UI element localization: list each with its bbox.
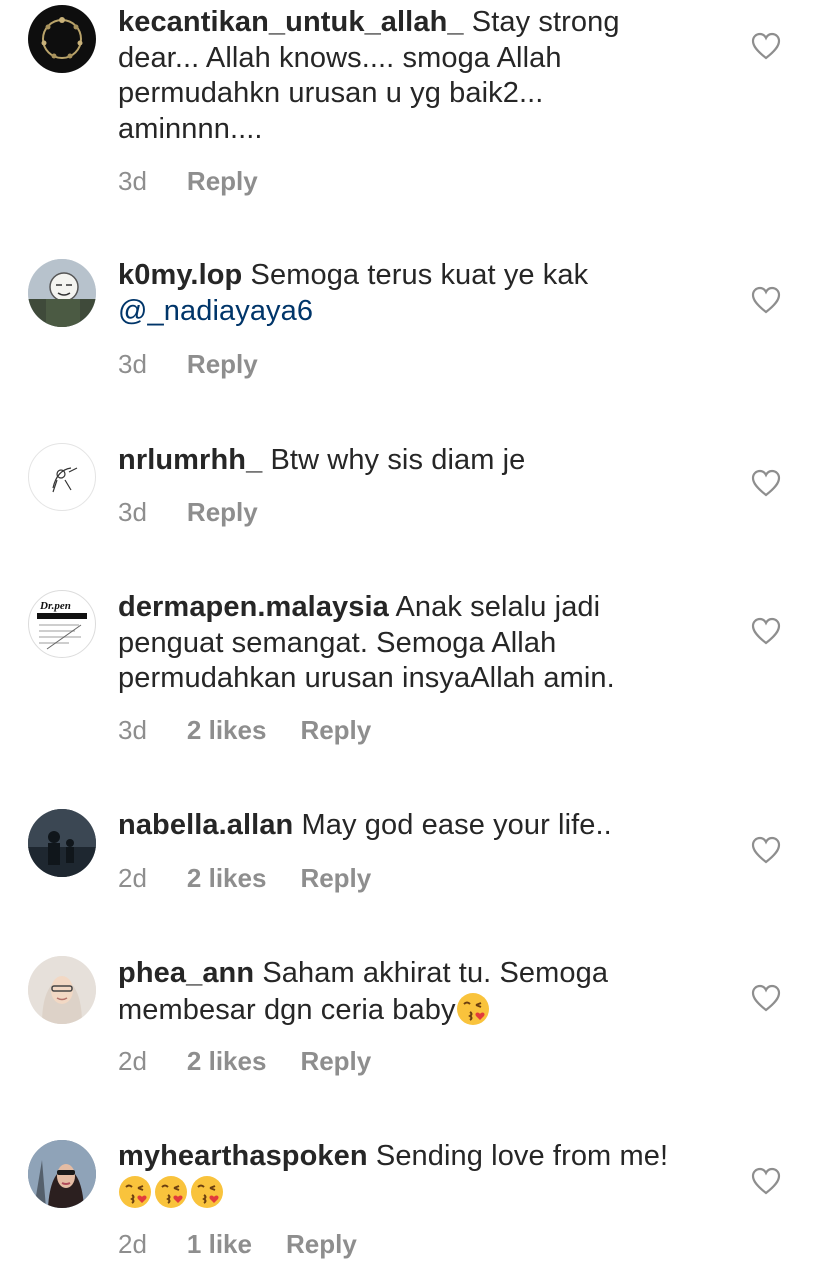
comment-meta: 3d Reply: [118, 349, 292, 379]
reply-button[interactable]: Reply: [300, 715, 371, 745]
likes-count[interactable]: 1 like: [187, 1229, 252, 1259]
comment-body: May god ease your life..: [301, 809, 612, 841]
reply-button[interactable]: Reply: [300, 1046, 371, 1076]
heart-icon[interactable]: [751, 1167, 781, 1195]
comment-text: dermapen.malaysia Anak selalu jadi pengu…: [118, 590, 678, 697]
avatar[interactable]: [28, 259, 96, 327]
reply-button[interactable]: Reply: [300, 863, 371, 893]
avatar[interactable]: [28, 5, 96, 73]
comment-username[interactable]: nabella.allan: [118, 809, 293, 841]
comment-text: k0my.lop Semoga terus kuat ye kak @_nadi…: [118, 258, 678, 329]
heart-icon[interactable]: [751, 469, 781, 497]
comment-username[interactable]: dermapen.malaysia: [118, 591, 389, 623]
comment-meta: 3d Reply: [118, 497, 292, 527]
avatar[interactable]: [28, 956, 96, 1024]
comment-meta: 3d 2 likes Reply: [118, 715, 405, 745]
comment-time: 3d: [118, 497, 147, 527]
comment-time: 2d: [118, 1046, 147, 1076]
comment-username[interactable]: phea_ann: [118, 957, 254, 989]
heart-icon[interactable]: [751, 836, 781, 864]
comment-time: 2d: [118, 863, 147, 893]
comment-username[interactable]: myhearthaspoken: [118, 1140, 368, 1172]
avatar-logo-text: Dr.pen: [39, 600, 71, 612]
comment-time: 3d: [118, 166, 147, 196]
comment-text: nrlumrhh_ Btw why sis diam je: [118, 443, 678, 479]
reply-button[interactable]: Reply: [187, 166, 258, 196]
comment-meta: 2d 1 like Reply: [118, 1229, 391, 1259]
comment-body: Btw why sis diam je: [270, 444, 526, 476]
comment-meta: 3d Reply: [118, 166, 292, 196]
reply-button[interactable]: Reply: [286, 1229, 357, 1259]
comment-text: phea_ann Saham akhirat tu. Semoga membes…: [118, 956, 678, 1028]
comment-meta: 2d 2 likes Reply: [118, 863, 405, 893]
avatar[interactable]: Dr.pen: [28, 590, 96, 658]
comment-text: nabella.allan May god ease your life..: [118, 808, 678, 844]
comment-meta: 2d 2 likes Reply: [118, 1046, 405, 1076]
comment-text: myhearthaspoken Sending love from me!: [118, 1139, 678, 1211]
comment-username[interactable]: nrlumrhh_: [118, 444, 262, 476]
heart-icon[interactable]: [751, 32, 781, 60]
heart-icon[interactable]: [751, 984, 781, 1012]
avatar[interactable]: [28, 443, 96, 511]
comment-username[interactable]: kecantikan_untuk_allah_: [118, 6, 464, 38]
comment-time: 3d: [118, 349, 147, 379]
face-blowing-kiss-emoji: [455, 991, 490, 1026]
likes-count[interactable]: 2 likes: [187, 863, 267, 893]
comment-body: Semoga terus kuat ye kak: [250, 259, 589, 291]
reply-button[interactable]: Reply: [187, 349, 258, 379]
heart-icon[interactable]: [751, 286, 781, 314]
face-blowing-kiss-emoji: [154, 1174, 188, 1209]
comment-username[interactable]: k0my.lop: [118, 259, 242, 291]
avatar[interactable]: [28, 809, 96, 877]
heart-icon[interactable]: [751, 617, 781, 645]
comment-time: 2d: [118, 1229, 147, 1259]
comment-time: 3d: [118, 715, 147, 745]
likes-count[interactable]: 2 likes: [187, 1046, 267, 1076]
likes-count[interactable]: 2 likes: [187, 715, 267, 745]
avatar[interactable]: [28, 1140, 96, 1208]
face-blowing-kiss-emoji: [190, 1174, 224, 1209]
reply-button[interactable]: Reply: [187, 497, 258, 527]
face-blowing-kiss-emoji: [118, 1174, 152, 1209]
mention-link[interactable]: @_nadiayaya6: [118, 295, 313, 327]
comment-body: Sending love from me!: [375, 1140, 669, 1172]
comment-text: kecantikan_untuk_allah_ Stay strong dear…: [118, 5, 678, 147]
